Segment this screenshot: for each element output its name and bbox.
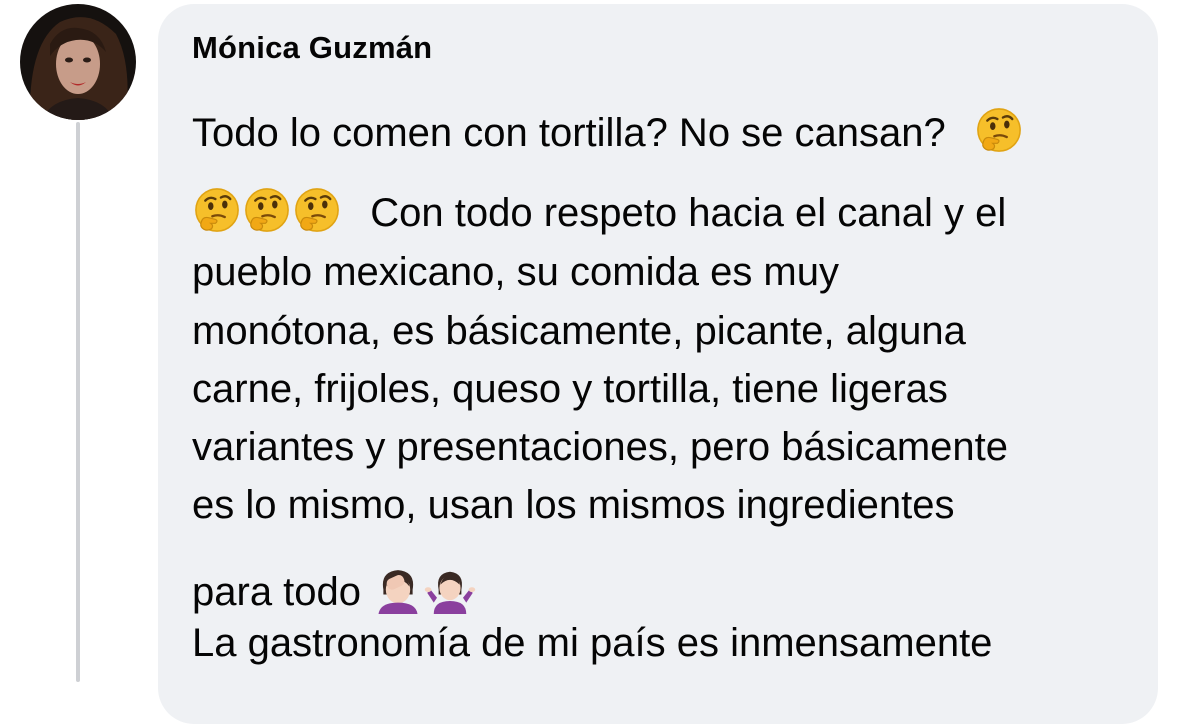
- comment-line-6: variantes y presentaciones, pero básicam…: [192, 425, 1009, 469]
- comment-line-5: carne, frijoles, queso y tortilla, tiene…: [192, 367, 948, 411]
- comment-line-1: Todo lo comen con tortilla? No se cansan…: [192, 105, 1024, 155]
- woman-shrugging-emoji: [424, 562, 476, 614]
- comment-line-2: Con todo respeto hacia el canal y el: [192, 185, 1006, 235]
- comment-author-name[interactable]: Mónica Guzmán: [192, 30, 432, 66]
- comment-text: para todo: [192, 570, 362, 614]
- thinking-face-emoji: [192, 185, 242, 235]
- thinking-face-emoji: [974, 105, 1024, 155]
- thinking-face-emoji: [292, 185, 342, 235]
- comment-line-3: pueblo mexicano, su comida es muy: [192, 250, 839, 294]
- thread-line: [76, 122, 80, 682]
- comment-line-7: es lo mismo, usan los mismos ingrediente…: [192, 483, 955, 527]
- comment-line-9: La gastronomía de mi país es inmensament…: [192, 621, 993, 665]
- thinking-face-emoji: [242, 185, 292, 235]
- comment-line-4: monótona, es básicamente, picante, algun…: [192, 309, 966, 353]
- woman-facepalming-emoji: [372, 562, 424, 614]
- comment-line-8: para todo: [192, 562, 476, 614]
- comment-text: Con todo respeto hacia el canal y el: [370, 191, 1007, 235]
- comment-text: Todo lo comen con tortilla? No se cansan…: [192, 111, 946, 155]
- avatar[interactable]: [20, 4, 136, 120]
